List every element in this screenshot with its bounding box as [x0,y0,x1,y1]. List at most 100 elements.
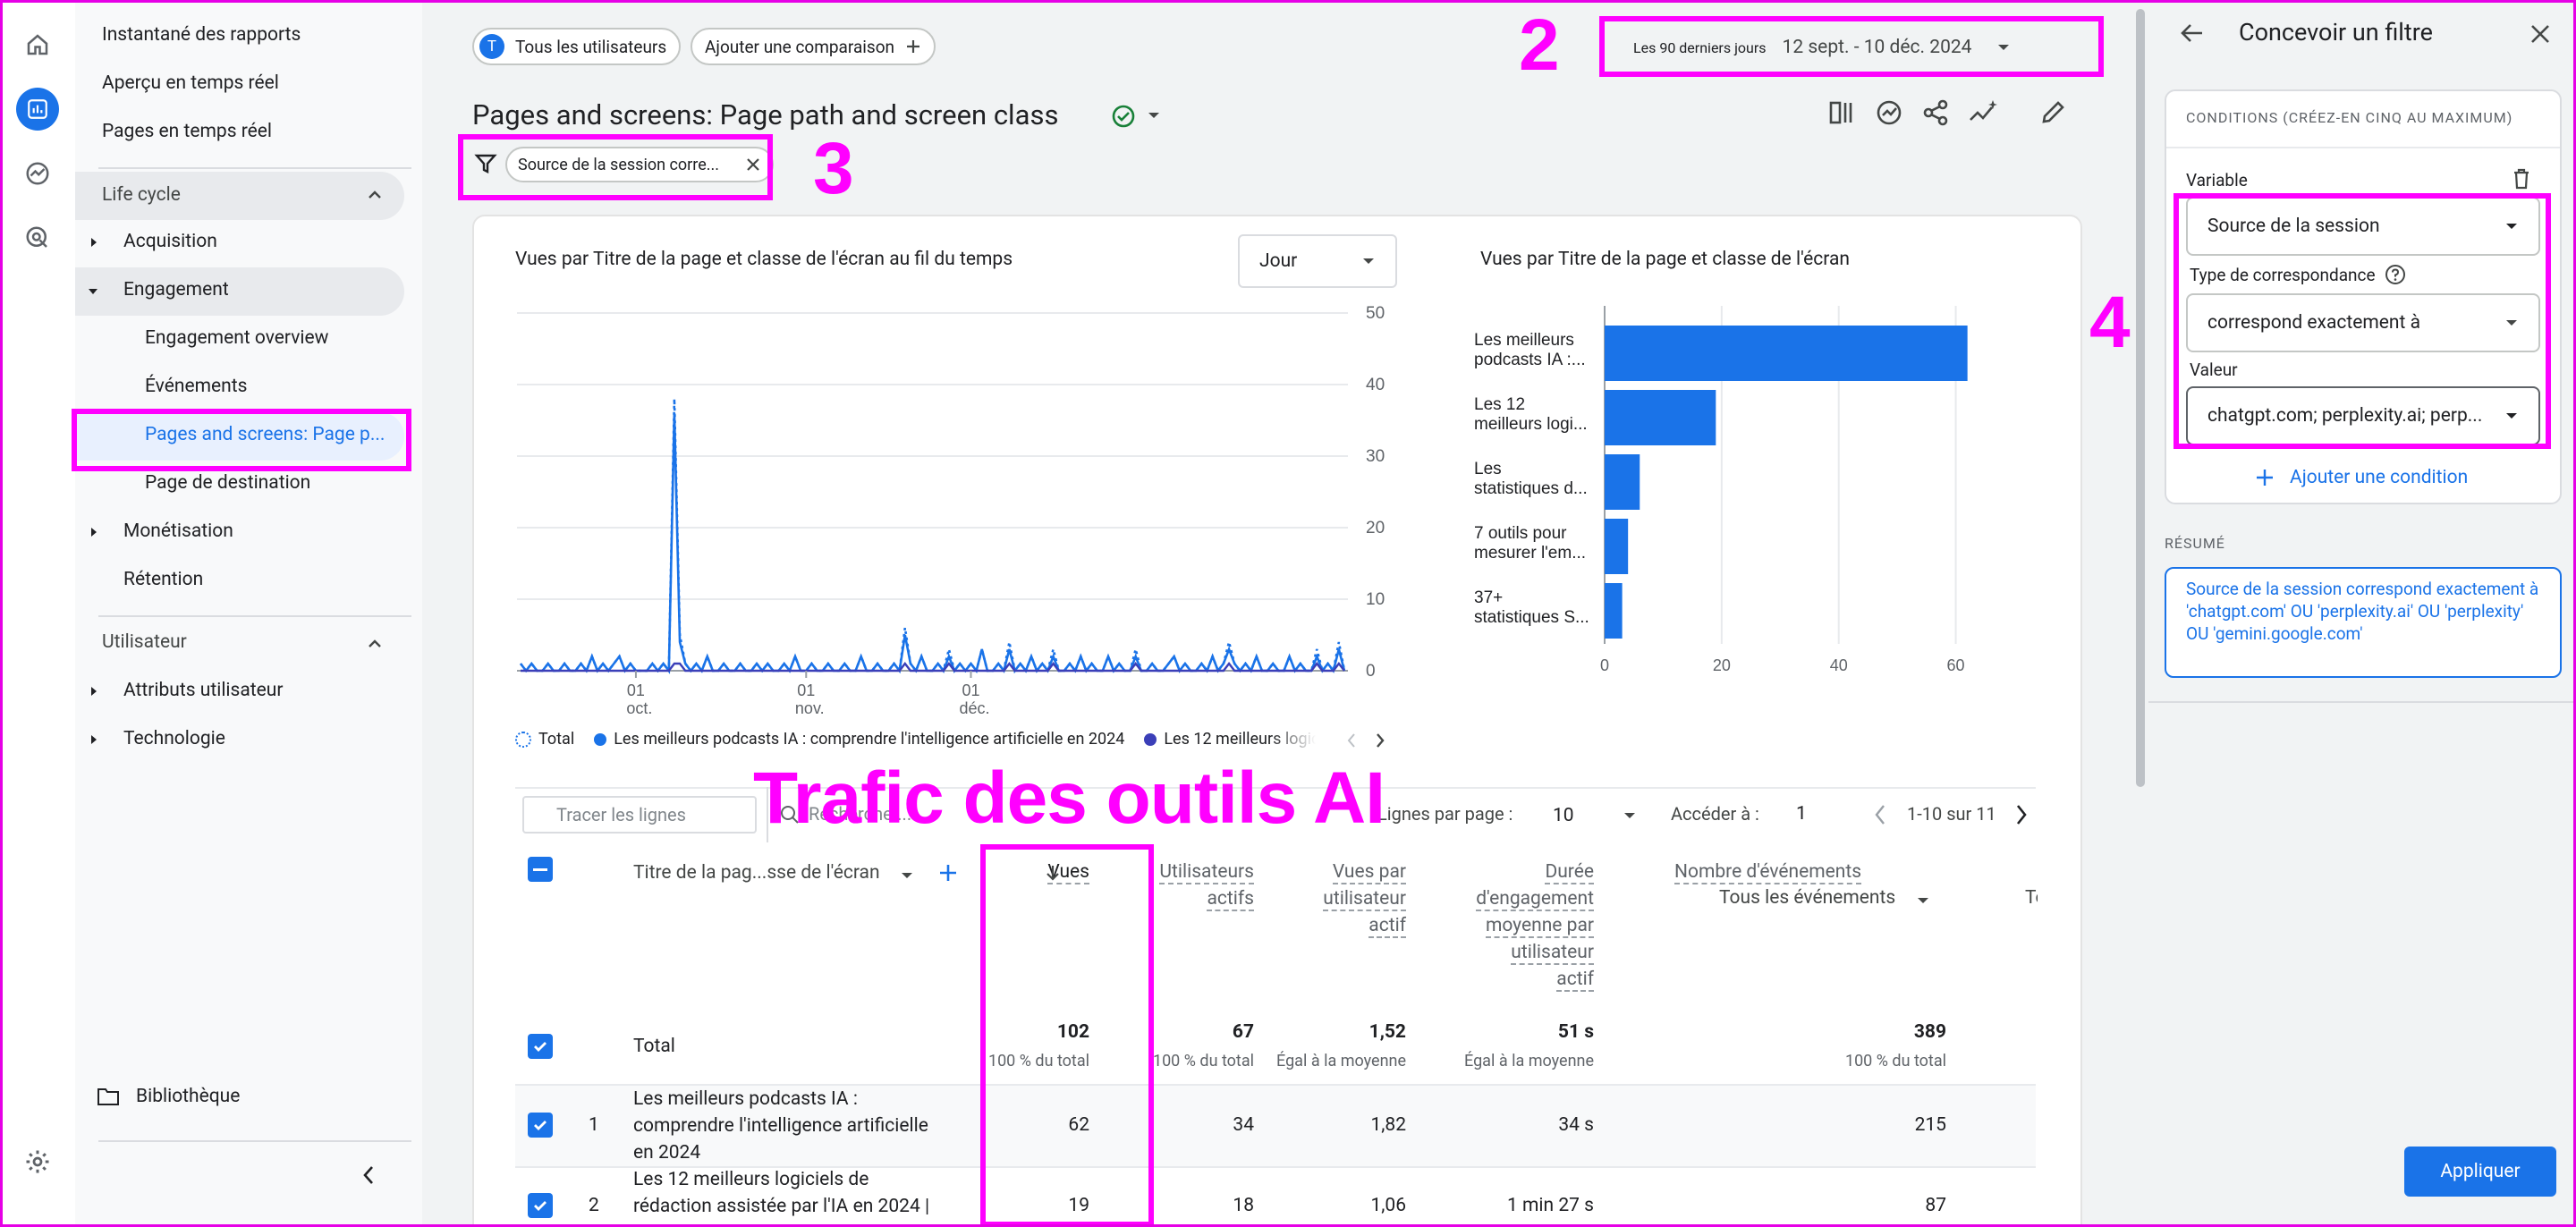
nav-monetization[interactable]: Monétisation [123,520,233,542]
expand-right-icon[interactable] [88,236,100,249]
close-icon[interactable] [745,157,761,173]
row-title[interactable]: Les 12 meilleurs logiciels de rédaction a… [633,1166,929,1220]
app-rail [0,0,75,1227]
nav-user-attributes[interactable]: Attributs utilisateur [123,680,284,701]
event-filter-select[interactable]: Tous les événements [1719,887,1895,909]
legend-series-2[interactable]: Les 12 meilleurs logici [1164,730,1316,749]
nav-reports-snapshot[interactable]: Instantané des rapports [102,24,301,46]
nav-engagement[interactable]: Engagement [123,279,229,300]
nav-events[interactable]: Événements [145,376,247,397]
prev-page-icon[interactable] [1873,803,1887,826]
row-title[interactable]: Les meilleurs podcasts IA : comprendre l'… [633,1086,928,1166]
collapse-left-icon[interactable] [360,1164,377,1186]
total-label: Total [633,1036,675,1057]
trend-sparkle-icon[interactable] [1968,98,1998,127]
divider [98,167,411,169]
col-header-engagement-time[interactable]: Durée d'engagement moyenne par utilisateur a… [1424,859,1594,993]
nav-pages-screens[interactable]: Pages and screens: Page p... [145,424,385,445]
goto-input[interactable]: 1 [1796,803,1850,825]
settings-icon[interactable] [16,1140,59,1183]
bar-chart[interactable]: 0 20 40 60 Les meilleurspodcasts IA :... Les … [1460,286,2050,715]
x-tick-day: 01 [962,681,979,699]
select-all-checkbox[interactable] [528,857,553,882]
legend-prev-icon[interactable] [1345,732,1358,749]
dimension-header[interactable]: Titre de la pag...sse de l'écran [633,862,880,884]
expand-down-icon[interactable] [87,285,99,298]
main-scrollbar-thumb[interactable] [2136,9,2145,787]
variable-select[interactable]: Source de la session [2186,197,2540,256]
series-line-1[interactable] [519,398,1346,674]
nav-realtime-overview[interactable]: Aperçu en temps réel [102,72,279,94]
nav-realtime-pages[interactable]: Pages en temps réel [102,121,272,142]
check-circle-icon[interactable] [1111,104,1136,129]
goto-label: Accéder à : [1671,803,1759,825]
value-select[interactable]: chatgpt.com; perplexity.ai; perp... [2186,386,2540,445]
col-header-truncated[interactable]: To [2025,887,2038,909]
col-header-views-per-user[interactable]: Vues par utilisateur actif [1263,859,1406,939]
help-icon[interactable] [2385,264,2406,285]
expand-right-icon[interactable] [88,733,100,746]
explore-icon[interactable] [16,152,59,195]
add-dimension-icon[interactable] [937,862,959,884]
line-chart[interactable]: 0102030405001oct.01nov.01déc. [512,295,1424,724]
advertising-icon[interactable] [16,216,59,259]
add-condition-button[interactable]: Ajouter une condition [2254,467,2468,488]
bar[interactable] [1605,454,1640,510]
annotation-number-4: 4 [2089,282,2131,363]
bar[interactable] [1605,326,1968,381]
expand-right-icon[interactable] [88,685,100,698]
compare-view-icon[interactable] [1828,98,1857,127]
dropdown-arrow-icon [1998,45,2010,50]
apply-button[interactable]: Appliquer [2404,1147,2556,1197]
bar[interactable] [1605,519,1629,574]
back-arrow-icon[interactable] [2179,21,2206,45]
nav-technology[interactable]: Technologie [123,728,225,749]
next-page-icon[interactable] [2014,803,2029,826]
session-source-filter-chip[interactable]: Source de la session corre... [505,147,774,182]
granularity-select[interactable]: Jour [1238,234,1397,288]
date-range-prefix: Les 90 derniers jours [1633,38,1767,56]
segment-chip[interactable]: T Tous les utilisateurs [472,28,682,65]
edit-pencil-icon[interactable] [2039,98,2066,127]
match-type-select[interactable]: correspond exactement à [2186,293,2540,352]
legend-next-icon[interactable] [1374,732,1386,749]
col-header-event-count[interactable]: Nombre d'événements [1674,859,1898,885]
insights-icon[interactable] [1875,98,1903,127]
row-checkbox[interactable] [528,1193,553,1218]
sort-descending-icon[interactable] [1045,864,1061,882]
add-comparison-button[interactable]: Ajouter une comparaison [691,28,936,65]
total-vpu-sub: Égal à la moyenne [1276,1052,1406,1070]
page-title: Pages and screens: Page path and screen … [472,98,1059,131]
pagination-label: 1-10 sur 11 [1907,803,1996,825]
plot-rows-button[interactable]: Tracer les lignes [522,796,757,834]
nav-retention[interactable]: Rétention [123,569,203,590]
nav-landing-page[interactable]: Page de destination [145,472,310,494]
dropdown-arrow-icon[interactable] [900,871,914,880]
delete-icon[interactable] [2512,168,2531,190]
nav-library[interactable]: Bibliothèque [136,1086,240,1107]
dropdown-arrow-icon[interactable] [1916,896,1930,905]
series-line-2[interactable] [519,412,1346,674]
home-icon[interactable] [16,23,59,66]
rows-per-page-select[interactable]: 10 [1537,798,1644,834]
chevron-up-icon[interactable] [366,186,384,204]
bar[interactable] [1605,390,1716,445]
nav-acquisition[interactable]: Acquisition [123,231,217,252]
close-icon[interactable] [2529,23,2551,45]
expand-right-icon[interactable] [88,526,100,538]
bar[interactable] [1605,583,1623,639]
chevron-up-icon[interactable] [366,635,384,653]
legend-series-1[interactable]: Les meilleurs podcasts IA : comprendre l… [614,730,1124,749]
dropdown-arrow-icon[interactable] [1147,111,1161,120]
rows-per-page-value: 10 [1553,805,1574,826]
row-checkbox[interactable] [528,1113,553,1138]
section-user-label[interactable]: Utilisateur [102,631,187,653]
legend-total[interactable]: Total [538,730,574,749]
date-range-picker[interactable]: Les 90 derniers jours 12 sept. - 10 déc.… [1615,27,2098,68]
share-icon[interactable] [1921,98,1950,127]
total-row-checkbox[interactable] [528,1034,553,1059]
col-header-active-users[interactable]: Utilisateurs actifs [1138,859,1254,912]
nav-engagement-overview[interactable]: Engagement overview [145,327,328,349]
reports-icon[interactable] [16,88,59,131]
dropdown-arrow-icon [2506,413,2517,419]
